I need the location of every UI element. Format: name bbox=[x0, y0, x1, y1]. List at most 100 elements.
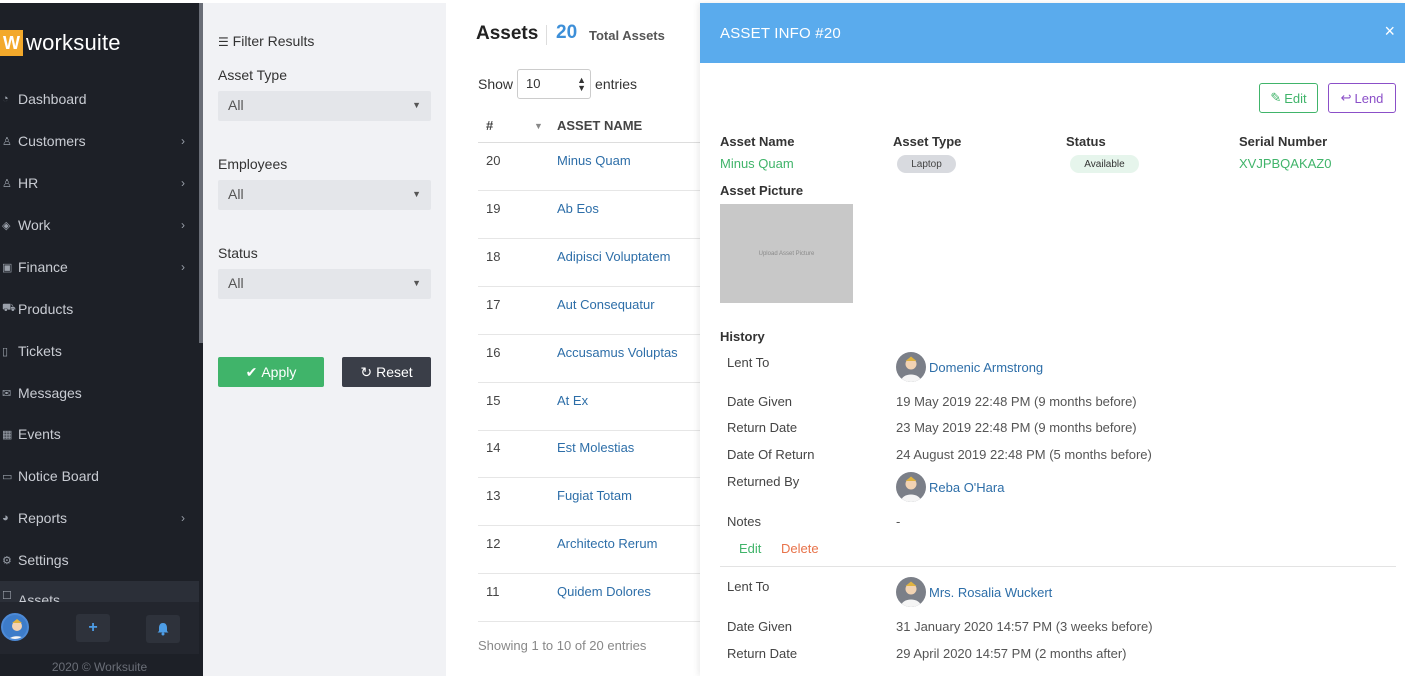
entries-control: Show 10 ▲ ▼ entries bbox=[478, 69, 637, 99]
sidebar-item-events[interactable]: ▦ Events bbox=[0, 419, 199, 449]
row-number: 18 bbox=[486, 249, 501, 264]
asset-name-link[interactable]: Fugiat Totam bbox=[557, 488, 632, 503]
user-icon: ♙ bbox=[2, 177, 12, 190]
sidebar-item-finance[interactable]: ▣ Finance › bbox=[0, 252, 199, 282]
asset-name-link[interactable]: At Ex bbox=[557, 393, 588, 408]
row-number: 15 bbox=[486, 393, 501, 408]
asset-name-link[interactable]: Minus Quam bbox=[557, 153, 631, 168]
entries-select[interactable]: 10 ▲ ▼ bbox=[517, 69, 592, 99]
edit-label: Edit bbox=[1284, 90, 1307, 106]
history-title: History bbox=[720, 329, 765, 344]
avatar-icon bbox=[901, 356, 921, 382]
user-avatar[interactable] bbox=[1, 613, 29, 641]
table-row[interactable]: 13 Fugiat Totam bbox=[478, 478, 700, 526]
sidebar-item-customers[interactable]: ♙ Customers › bbox=[0, 126, 199, 156]
lent-to-person[interactable]: Mrs. Rosalia Wuckert bbox=[896, 577, 1052, 607]
reset-label: Reset bbox=[376, 364, 413, 380]
asset-name-link[interactable]: Architecto Rerum bbox=[557, 536, 657, 551]
sidebar-item-messages[interactable]: ✉ Messages bbox=[0, 378, 199, 408]
asset-name-link[interactable]: Quidem Dolores bbox=[557, 584, 651, 599]
sidebar-item-notice-board[interactable]: ▭ Notice Board bbox=[0, 461, 199, 491]
sidebar-item-label: Dashboard bbox=[18, 91, 87, 107]
apply-button[interactable]: ✔ Apply bbox=[218, 357, 324, 387]
history-delete-link[interactable]: Delete bbox=[781, 541, 819, 556]
entries-label: entries bbox=[595, 76, 638, 92]
app-logo[interactable]: W worksuite bbox=[0, 30, 121, 56]
sidebar-item-reports[interactable]: ◕ Reports › bbox=[0, 503, 199, 533]
sidebar-item-hr[interactable]: ♙ HR › bbox=[0, 168, 199, 198]
gear-icon: ⚙ bbox=[2, 554, 12, 567]
table-row[interactable]: 20 Minus Quam bbox=[478, 143, 700, 191]
sidebar-item-products[interactable]: ⛟ Products bbox=[0, 294, 199, 324]
row-number: 14 bbox=[486, 440, 501, 455]
table-row[interactable]: 15 At Ex bbox=[478, 383, 700, 431]
sidebar-item-tickets[interactable]: ▯ Tickets bbox=[0, 336, 199, 366]
sidebar-item-label: Assets bbox=[18, 592, 61, 602]
lent-to-person[interactable]: Domenic Armstrong bbox=[896, 352, 1043, 382]
table-row[interactable]: 14 Est Molestias bbox=[478, 430, 700, 478]
table-row[interactable]: 16 Accusamus Voluptas bbox=[478, 335, 700, 383]
asset-name-link[interactable]: Aut Consequatur bbox=[557, 297, 655, 312]
returned-by-person[interactable]: Reba O'Hara bbox=[896, 472, 1004, 502]
bell-icon bbox=[157, 623, 169, 636]
sidebar-item-dashboard[interactable]: ◔ Dashboard bbox=[0, 84, 199, 114]
title-divider bbox=[546, 25, 547, 45]
edit-button[interactable]: ✎ Edit bbox=[1259, 83, 1318, 113]
sort-desc-icon[interactable]: ▼ bbox=[534, 121, 543, 131]
sidebar-item-work[interactable]: ◈ Work › bbox=[0, 210, 199, 240]
asset-info-panel: ASSET INFO #20 × ✎ Edit ↩ Lend Asset Name … bbox=[700, 3, 1405, 676]
row-number: 19 bbox=[486, 201, 501, 216]
row-number: 17 bbox=[486, 297, 501, 312]
asset-name-link[interactable]: Accusamus Voluptas bbox=[557, 345, 678, 360]
column-header-asset-name[interactable]: ASSET NAME bbox=[557, 118, 642, 133]
status-select[interactable]: All ▼ bbox=[218, 269, 431, 299]
panel-title: ASSET INFO #20 bbox=[720, 25, 841, 42]
sidebar-item-label: Customers bbox=[18, 133, 86, 149]
lend-button[interactable]: ↩ Lend bbox=[1328, 83, 1396, 113]
column-header-num[interactable]: # bbox=[486, 118, 493, 133]
row-number: 13 bbox=[486, 488, 501, 503]
chevron-right-icon: › bbox=[181, 176, 185, 190]
date-of-return-label: Date Of Return bbox=[727, 447, 815, 462]
clipboard-icon: ▭ bbox=[2, 470, 13, 483]
pencil-icon: ✎ bbox=[1270, 90, 1282, 105]
lend-label: Lend bbox=[1354, 90, 1384, 106]
avatar bbox=[896, 352, 926, 382]
table-row[interactable]: 12 Architecto Rerum bbox=[478, 526, 700, 574]
asset-name-link[interactable]: Est Molestias bbox=[557, 440, 634, 455]
table-row[interactable]: 11 Quidem Dolores bbox=[478, 574, 700, 622]
sidebar-item-settings[interactable]: ⚙ Settings bbox=[0, 545, 199, 575]
date-given-value: 31 January 2020 14:57 PM (3 weeks before… bbox=[896, 619, 1153, 634]
employees-select[interactable]: All ▼ bbox=[218, 180, 431, 210]
close-icon[interactable]: × bbox=[1384, 21, 1395, 42]
returned-by-name[interactable]: Reba O'Hara bbox=[929, 480, 1004, 495]
asset-type-select[interactable]: All ▼ bbox=[218, 91, 431, 121]
sidebar: W worksuite ◔ Dashboard ♙ Customers › ♙ HR › … bbox=[0, 3, 203, 676]
table-row[interactable]: 18 Adipisci Voluptatem bbox=[478, 239, 700, 287]
notes-label: Notes bbox=[727, 514, 761, 529]
table-row[interactable]: 19 Ab Eos bbox=[478, 191, 700, 239]
filter-title: ☰ Filter Results bbox=[218, 33, 314, 49]
sort-arrows-icon: ▲ ▼ bbox=[577, 75, 587, 93]
return-date-value: 23 May 2019 22:48 PM (9 months before) bbox=[896, 420, 1137, 435]
return-date-value: 29 April 2020 14:57 PM (2 months after) bbox=[896, 646, 1127, 661]
asset-name-link[interactable]: Adipisci Voluptatem bbox=[557, 249, 670, 264]
add-button[interactable]: + bbox=[76, 614, 110, 642]
asset-picture[interactable]: Upload Asset Picture bbox=[720, 204, 853, 303]
sidebar-item-label: Work bbox=[18, 217, 51, 233]
asset-name-link[interactable]: Ab Eos bbox=[557, 201, 599, 216]
table-row[interactable]: 17 Aut Consequatur bbox=[478, 287, 700, 335]
caret-down-icon: ▼ bbox=[412, 278, 421, 288]
pie-chart-icon: ◕ bbox=[2, 512, 9, 524]
reset-button[interactable]: ↻ Reset bbox=[342, 357, 431, 387]
envelope-icon: ✉ bbox=[2, 387, 12, 400]
lent-to-name[interactable]: Mrs. Rosalia Wuckert bbox=[929, 585, 1052, 600]
history-edit-link[interactable]: Edit bbox=[739, 541, 761, 556]
notifications-button[interactable] bbox=[146, 615, 180, 643]
lent-to-label: Lent To bbox=[727, 355, 770, 370]
page-title: Assets bbox=[476, 23, 539, 44]
sidebar-item-assets[interactable]: ☐ Assets bbox=[0, 581, 199, 602]
logo-mark: W bbox=[0, 30, 23, 56]
box-icon: ☐ bbox=[2, 590, 12, 602]
lent-to-name[interactable]: Domenic Armstrong bbox=[929, 360, 1043, 375]
